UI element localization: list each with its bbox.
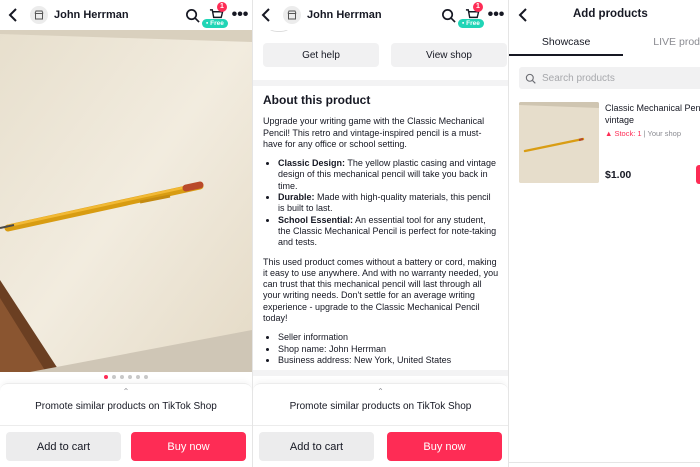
view-shop-button[interactable]: View shop xyxy=(391,43,507,67)
tab-showcase[interactable]: Showcase xyxy=(509,30,624,56)
carousel-dot[interactable] xyxy=(120,375,124,379)
shop-name[interactable]: John Herrman xyxy=(54,9,180,21)
tab-bar: Showcase LIVE prod xyxy=(509,30,700,56)
shop-icon[interactable] xyxy=(30,6,48,24)
free-label: Free xyxy=(466,20,480,27)
product-price: $1.00 xyxy=(605,169,632,181)
promote-label: Promote similar products on TikTok Shop xyxy=(35,401,217,412)
seller-info-item: Shop name: John Herrman xyxy=(278,344,499,355)
pencil-thumbnail-illustration xyxy=(519,102,599,183)
search-icon xyxy=(525,73,536,84)
add-to-cart-button[interactable]: Add to cart xyxy=(259,432,374,461)
about-body: This used product comes without a batter… xyxy=(263,256,499,324)
carousel-dot[interactable] xyxy=(136,375,140,379)
cart-count-badge: 1 xyxy=(217,2,227,12)
carousel-dot[interactable] xyxy=(144,375,148,379)
stock-count: Stock: 1 xyxy=(614,129,642,138)
free-shipping-badge: ▪ Free xyxy=(202,19,228,28)
top-bar: John Herrman 1 ▪ Free ••• xyxy=(0,0,252,30)
search-input[interactable] xyxy=(542,72,692,84)
more-icon[interactable]: ••• xyxy=(228,0,252,30)
buy-now-button[interactable]: Buy now xyxy=(387,432,502,461)
search-icon[interactable] xyxy=(180,0,204,30)
search-icon[interactable] xyxy=(436,0,460,30)
product-title[interactable]: Classic Mechanical Penc vintage xyxy=(605,103,700,126)
feature-item: School Essential: An essential tool for … xyxy=(278,215,499,249)
search-box[interactable] xyxy=(519,67,700,89)
more-icon[interactable]: ••• xyxy=(484,0,508,30)
cart-count-badge: 1 xyxy=(473,2,483,12)
bottom-divider xyxy=(509,462,700,467)
promote-banner[interactable]: ⌃ Promote similar products on TikTok Sho… xyxy=(0,383,252,425)
add-product-button[interactable] xyxy=(696,165,700,184)
add-products-page: Add products Showcase LIVE prod Classic … xyxy=(508,0,700,467)
free-shipping-badge: ▪ Free xyxy=(458,19,484,28)
product-thumbnail[interactable] xyxy=(519,102,599,183)
seller-info-item: Business address: New York, United State… xyxy=(278,355,499,366)
promote-label: Promote similar products on TikTok Shop xyxy=(289,401,472,412)
page-title: Add products xyxy=(573,8,648,20)
product-page: John Herrman 1 ▪ Free ••• ⌃ Promote simi… xyxy=(0,0,252,467)
warning-icon: ▲ xyxy=(605,129,613,138)
free-label: Free xyxy=(210,20,224,27)
chevron-up-icon[interactable]: ⌃ xyxy=(253,387,508,397)
pencil-photo-illustration xyxy=(0,30,252,372)
stock-separator: | xyxy=(643,129,646,138)
carousel-dot[interactable] xyxy=(128,375,132,379)
cart-button[interactable]: 1 ▪ Free xyxy=(458,0,484,30)
add-to-cart-button[interactable]: Add to cart xyxy=(6,432,121,461)
feature-item: Durable: Made with high-quality material… xyxy=(278,192,499,215)
product-details-page: Get help View shop About this product Up… xyxy=(252,0,508,467)
back-arrow-icon[interactable] xyxy=(0,0,26,30)
feature-label: Classic Design: xyxy=(278,158,346,169)
about-intro: Upgrade your writing game with the Class… xyxy=(263,116,485,149)
stock-line: ▲ Stock: 1 | Your shop xyxy=(605,129,681,138)
chevron-up-icon[interactable]: ⌃ xyxy=(0,387,252,397)
bottom-action-bar: Add to cart Buy now xyxy=(253,425,508,467)
shop-icon[interactable] xyxy=(283,6,301,24)
product-source: Your shop xyxy=(647,129,682,138)
feature-list: Classic Design: The yellow plastic casin… xyxy=(278,158,499,248)
shop-actions: Get help View shop xyxy=(263,43,507,67)
carousel-dot[interactable] xyxy=(104,375,108,379)
feature-item: Classic Design: The yellow plastic casin… xyxy=(278,158,499,192)
carousel-dot[interactable] xyxy=(112,375,116,379)
bottom-action-bar: Add to cart Buy now xyxy=(0,425,252,467)
section-divider xyxy=(253,80,508,86)
shop-name[interactable]: John Herrman xyxy=(307,9,436,21)
promote-banner[interactable]: ⌃ Promote similar products on TikTok Sho… xyxy=(253,383,508,425)
about-title: About this product xyxy=(263,93,371,107)
carousel-dots xyxy=(0,375,252,379)
product-photo[interactable] xyxy=(0,30,252,372)
section-divider xyxy=(253,370,508,376)
back-arrow-icon[interactable] xyxy=(253,0,279,30)
about-section: About this product Upgrade your writing … xyxy=(263,93,499,374)
tab-live-products[interactable]: LIVE prod xyxy=(653,30,700,56)
get-help-button[interactable]: Get help xyxy=(263,43,379,67)
buy-now-button[interactable]: Buy now xyxy=(131,432,246,461)
feature-label: School Essential: xyxy=(278,214,354,225)
cart-button[interactable]: 1 ▪ Free xyxy=(202,0,228,30)
seller-list: Seller information Shop name: John Herrm… xyxy=(278,332,499,366)
seller-info-item: Seller information xyxy=(278,332,499,343)
feature-label: Durable: xyxy=(278,192,315,203)
top-bar: John Herrman 1 ▪ Free ••• xyxy=(253,0,508,30)
